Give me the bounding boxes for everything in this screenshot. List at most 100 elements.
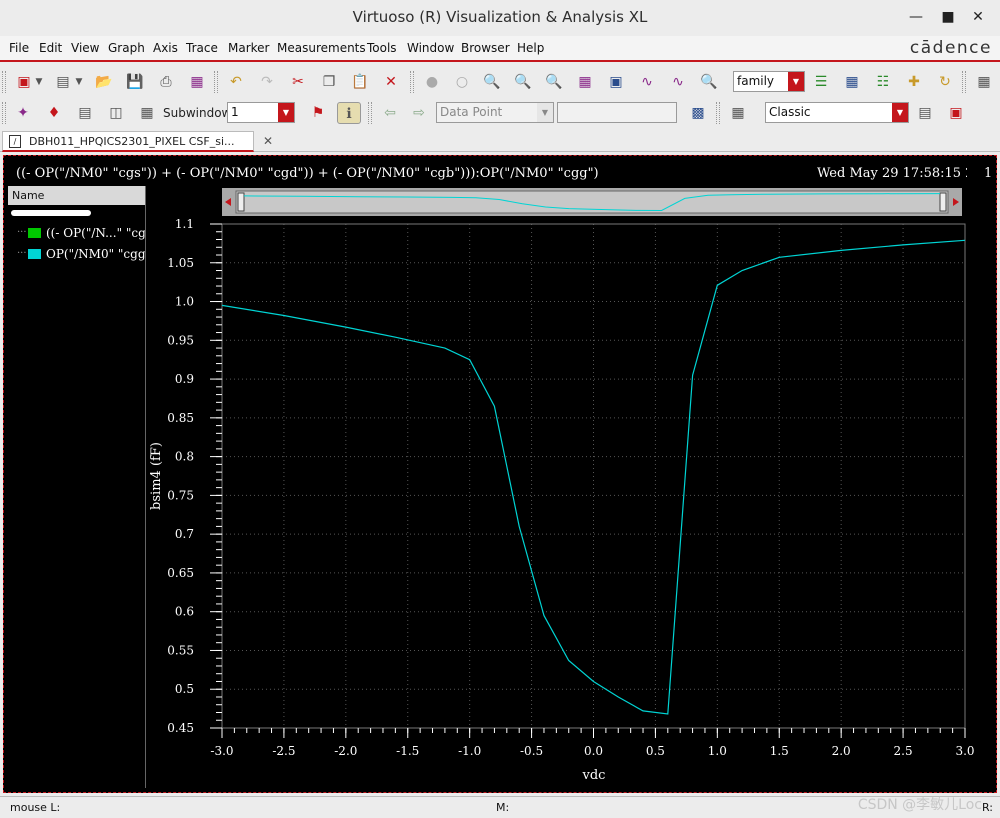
status-mouse-right: R: bbox=[982, 801, 994, 814]
x-tick-label: 1.5 bbox=[770, 744, 789, 758]
datapoint-value-field[interactable] bbox=[557, 102, 677, 123]
toolbar-grip[interactable] bbox=[2, 102, 6, 124]
subwindow-dropdown-icon[interactable]: ▼ bbox=[73, 71, 85, 93]
menu-tools[interactable]: Tools bbox=[367, 41, 397, 55]
graph-window[interactable]: -3.0 -2.5 -2.0 -1.5 -1.0 -0.5 0.0 0.5 1.0 1.5 2.0 2… bbox=[3, 155, 997, 793]
toolbar-main: ▣ ▼ ▤ ▼ 📂 💾 ⎙ ▦ ↶ ↷ ✂ ❐ 📋 ✕ ● ○ 🔍 🔍 🔍 ▦ … bbox=[0, 67, 1000, 98]
menu-measurements[interactable]: Measurements bbox=[277, 41, 366, 55]
zoom-fit-icon[interactable]: 🔍 bbox=[480, 71, 504, 93]
marker-tool-icon[interactable]: ✦ bbox=[11, 102, 35, 124]
refresh-icon[interactable]: ○ bbox=[450, 71, 474, 93]
x-tick-label: 3.0 bbox=[955, 744, 974, 758]
calculator-icon[interactable]: ▦ bbox=[726, 102, 750, 124]
flag-icon[interactable]: ⚑ bbox=[306, 102, 330, 124]
bar-chart-icon[interactable]: ▩ bbox=[686, 102, 710, 124]
redo-icon[interactable]: ↷ bbox=[255, 71, 279, 93]
delete-icon[interactable]: ✕ bbox=[379, 71, 403, 93]
y-tick-label: 1.1 bbox=[175, 217, 194, 231]
zoom-scrollbar[interactable] bbox=[222, 188, 962, 216]
menu-browser[interactable]: Browser bbox=[461, 41, 510, 55]
split-chart-icon[interactable]: ☷ bbox=[871, 71, 895, 93]
zoom-in-icon[interactable]: 🔍 bbox=[511, 71, 535, 93]
menu-marker[interactable]: Marker bbox=[228, 41, 269, 55]
subwindow-select[interactable]: 1 ▼ bbox=[227, 102, 295, 123]
datapoint-select-value: Data Point bbox=[440, 105, 503, 119]
add-chart-icon[interactable]: ✚ bbox=[902, 71, 926, 93]
zoom-right-handle[interactable] bbox=[939, 192, 947, 212]
next-point-icon[interactable]: ⇨ bbox=[407, 102, 431, 124]
x-tick-label: 2.0 bbox=[832, 744, 851, 758]
stack-vertical-icon[interactable]: ▤ bbox=[73, 102, 97, 124]
tab-graph-window[interactable]: ∕ DBH011_HPQICS2301_PIXEL CSF_si... ✕ bbox=[2, 131, 273, 152]
plot-canvas[interactable]: -3.0 -2.5 -2.0 -1.5 -1.0 -0.5 0.0 0.5 1.0 1.5 2.0 2… bbox=[4, 156, 996, 792]
legend-scroll-indicator[interactable] bbox=[11, 210, 91, 216]
zoom-reset-icon[interactable]: 🔍 bbox=[697, 71, 721, 93]
cards-icon[interactable]: ♦ bbox=[42, 102, 66, 124]
export-image-icon[interactable]: ▦ bbox=[185, 71, 209, 93]
stack-horizontal-icon[interactable]: ◫ bbox=[104, 102, 128, 124]
print-icon[interactable]: ⎙ bbox=[154, 71, 178, 93]
legend-item[interactable]: ··· OP("/NM0" "cgg" bbox=[14, 245, 145, 263]
x-tick-label: 2.5 bbox=[894, 744, 913, 758]
document-icon: ∕ bbox=[9, 135, 21, 148]
close-tab-icon[interactable]: ✕ bbox=[263, 132, 273, 151]
chevron-down-icon[interactable]: ▼ bbox=[278, 103, 294, 122]
close-subwindow-icon[interactable]: ▣ bbox=[944, 102, 968, 124]
legend-color-swatch bbox=[28, 249, 41, 259]
grid-layout-icon[interactable]: ▦ bbox=[972, 71, 996, 93]
datapoint-select[interactable]: Data Point ▼ bbox=[436, 102, 554, 123]
x-tick-label: 0.5 bbox=[646, 744, 665, 758]
status-mouse-middle: M: bbox=[496, 801, 510, 814]
pan-icon[interactable]: ∿ bbox=[666, 71, 690, 93]
tile-subwindows-icon[interactable]: ▦ bbox=[135, 102, 159, 124]
zoom-box-icon[interactable]: ▣ bbox=[604, 71, 628, 93]
trace-cgg[interactable] bbox=[221, 239, 966, 715]
chevron-down-icon[interactable]: ▼ bbox=[788, 72, 804, 91]
chevron-down-icon[interactable]: ▼ bbox=[892, 103, 908, 122]
legend-item[interactable]: ··· ((- OP("/N..." "cg bbox=[14, 224, 145, 242]
menu-trace[interactable]: Trace bbox=[186, 41, 218, 55]
save-icon[interactable]: 💾 bbox=[123, 71, 147, 93]
y-tick-label: 1.0 bbox=[175, 295, 194, 309]
open-folder-icon[interactable]: 📂 bbox=[92, 71, 116, 93]
info-icon[interactable]: ℹ bbox=[337, 102, 361, 124]
new-subwindow-icon[interactable]: ▤ bbox=[51, 71, 75, 93]
menu-window[interactable]: Window bbox=[407, 41, 454, 55]
menu-axis[interactable]: Axis bbox=[153, 41, 178, 55]
style-select[interactable]: Classic ▼ bbox=[765, 102, 909, 123]
zoom-x-icon[interactable]: ▦ bbox=[573, 71, 597, 93]
toolbar-grip[interactable] bbox=[2, 71, 6, 93]
window-list-icon[interactable]: ▤ bbox=[913, 102, 937, 124]
new-window-dropdown-icon[interactable]: ▼ bbox=[33, 71, 45, 93]
maximize-icon[interactable]: ■ bbox=[937, 0, 959, 34]
minimize-icon[interactable]: — bbox=[905, 0, 927, 34]
zoom-left-handle[interactable] bbox=[237, 192, 245, 212]
menu-view[interactable]: View bbox=[71, 41, 99, 55]
chevron-down-icon[interactable]: ▼ bbox=[537, 103, 553, 122]
family-select[interactable]: family ▼ bbox=[733, 71, 805, 92]
composite-chart-icon[interactable]: ▦ bbox=[840, 71, 864, 93]
cut-icon[interactable]: ✂ bbox=[286, 71, 310, 93]
status-mouse-left: mouse L: bbox=[10, 801, 61, 814]
y-tick-label: 0.55 bbox=[167, 643, 194, 657]
toolbar-separator bbox=[716, 102, 720, 124]
menu-file[interactable]: File bbox=[9, 41, 29, 55]
previous-point-icon[interactable]: ⇦ bbox=[378, 102, 402, 124]
menu-graph[interactable]: Graph bbox=[108, 41, 145, 55]
y-tick-label: 0.5 bbox=[175, 682, 194, 696]
y-tick-label: 1.05 bbox=[167, 256, 194, 270]
undo-icon[interactable]: ↶ bbox=[224, 71, 248, 93]
zoom-y-icon[interactable]: ∿ bbox=[635, 71, 659, 93]
close-icon[interactable]: ✕ bbox=[967, 0, 989, 34]
refresh-chart-icon[interactable]: ↻ bbox=[933, 71, 957, 93]
menu-help[interactable]: Help bbox=[517, 41, 544, 55]
menu-edit[interactable]: Edit bbox=[39, 41, 62, 55]
zoom-out-icon[interactable]: 🔍 bbox=[542, 71, 566, 93]
paste-icon[interactable]: 📋 bbox=[348, 71, 372, 93]
y-tick-labels: 1.1 1.05 1.0 0.95 0.9 0.85 0.8 0.75 0.7 0.65 0.6 0.… bbox=[167, 217, 194, 735]
strip-chart-icon[interactable]: ☰ bbox=[809, 71, 833, 93]
copy-icon[interactable]: ❐ bbox=[317, 71, 341, 93]
stop-icon[interactable]: ● bbox=[420, 71, 444, 93]
window-titlebar: Virtuoso (R) Visualization & Analysis XL… bbox=[0, 0, 1000, 34]
x-tick-label: 0.0 bbox=[584, 744, 603, 758]
